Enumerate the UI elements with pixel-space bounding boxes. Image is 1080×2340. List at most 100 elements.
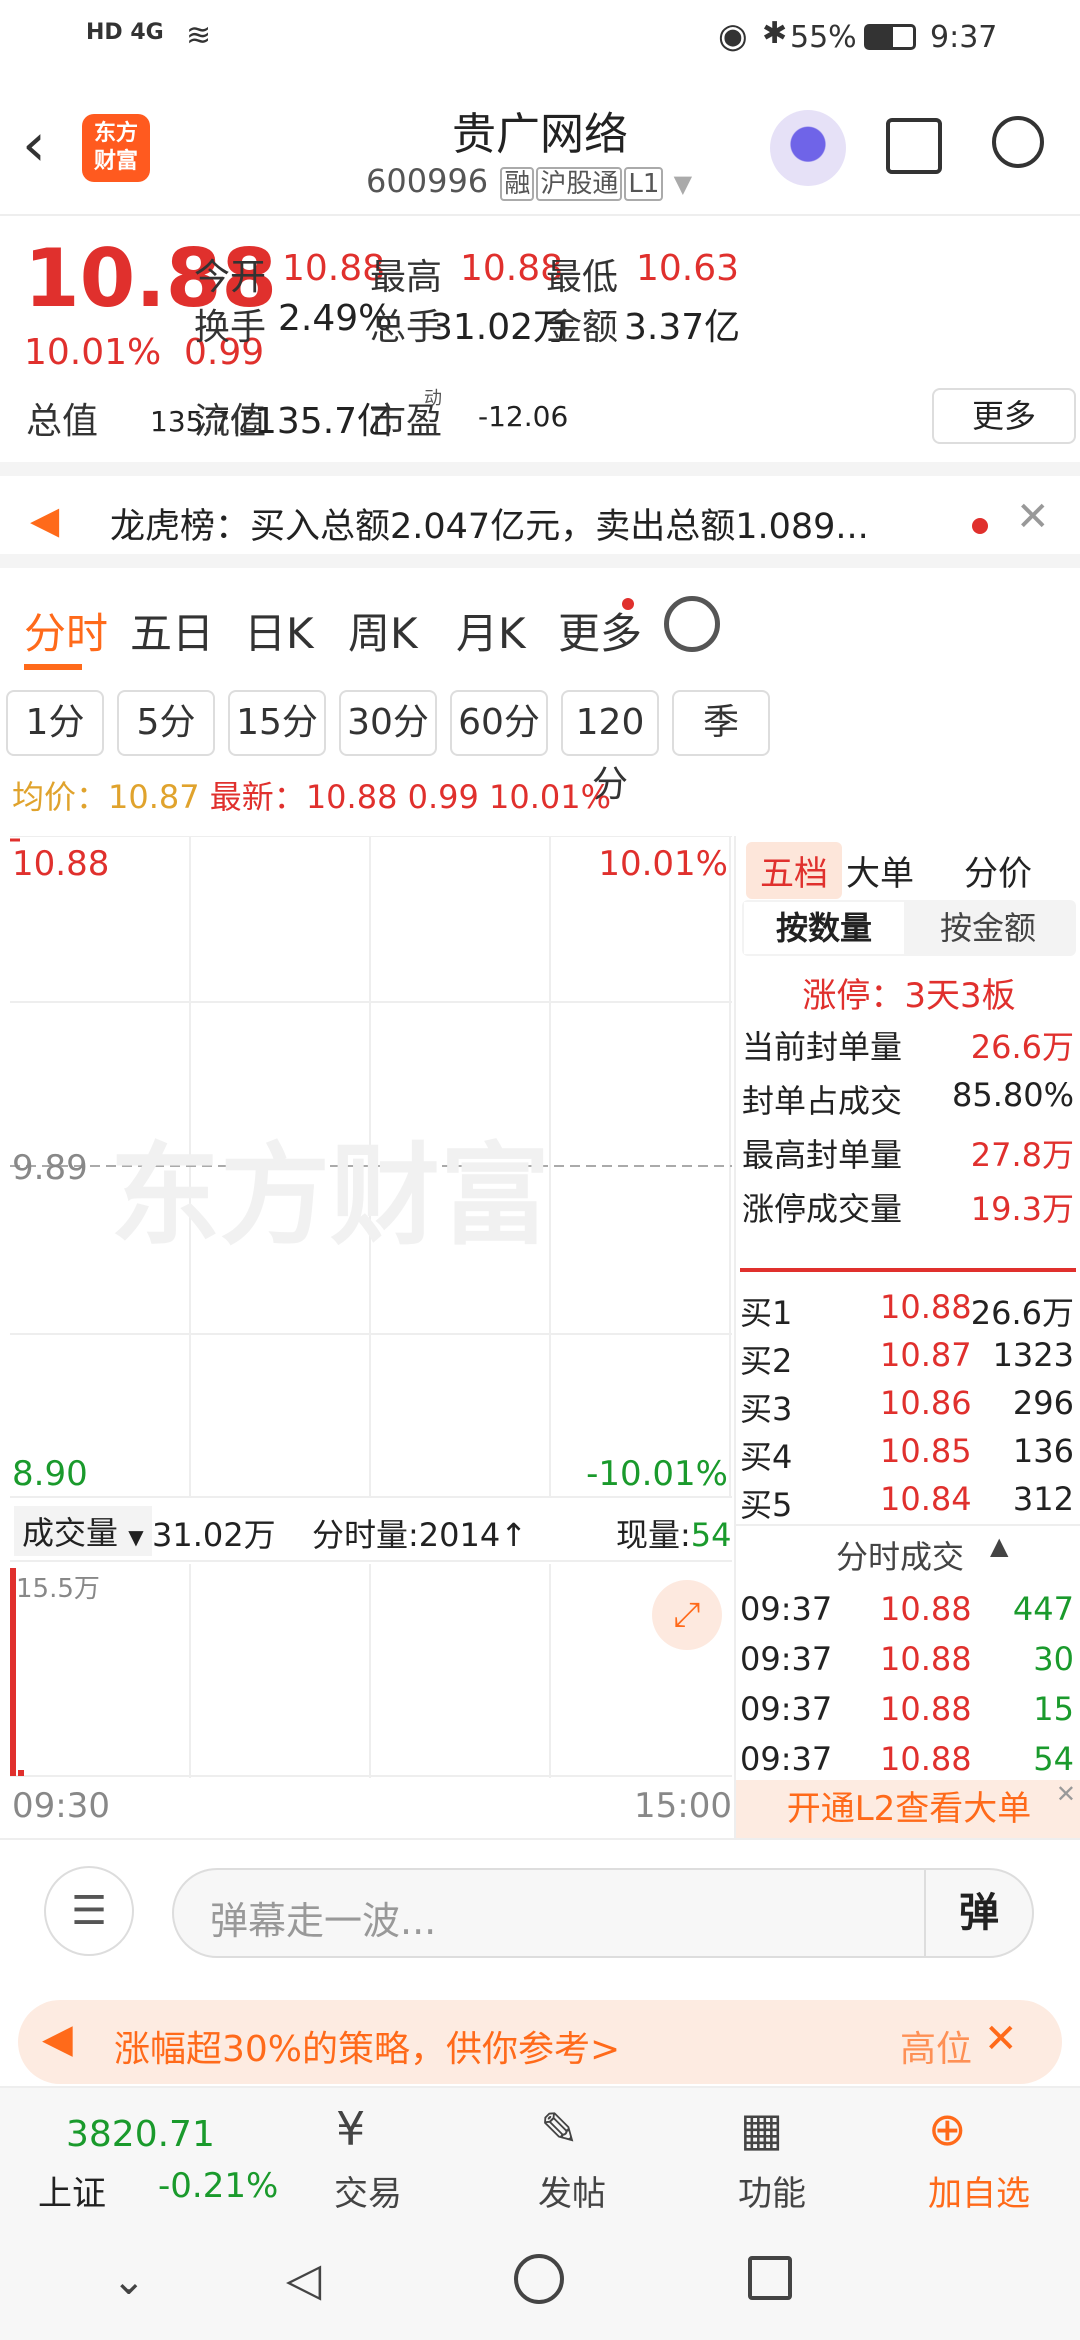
add-watchlist-icon[interactable]: ⊕ [928,2102,967,2156]
ticks-title[interactable]: 分时成交 [836,1532,964,1578]
l2-close-icon[interactable]: ✕ [1056,1780,1076,1808]
period-3[interactable]: 30分 [339,690,437,756]
panel-tab-1[interactable]: 大单 [846,842,914,899]
tab-4[interactable]: 月K [456,600,526,661]
avg-line: 均价：10.87 最新：10.88 0.99 10.01% [12,772,611,818]
watermark: 东方财富 [110,1132,550,1260]
strategy-banner[interactable]: ◀ 涨幅超30%的策略，供你参考> 高位 ✕ [18,2000,1062,2084]
comment-input[interactable]: 弹幕走一波... 弹 [172,1868,1034,1958]
quote-label-r1: 今开 [194,257,267,298]
volume-max: 15.5万 [16,1574,100,1604]
toolbar-item-3[interactable]: 加自选 [928,2166,1030,2215]
stock-code-row[interactable]: 600996 融沪股通 L1 ▼ [366,162,692,201]
tick-volume: 15 [1033,1690,1074,1728]
comment-placeholder: 弹幕走一波... [210,1899,437,1943]
bid-price: 10.85 [880,1432,972,1470]
period-1[interactable]: 5分 [117,690,215,756]
sub-tab-0[interactable]: 按数量 [744,902,904,954]
volume-total: 31.02万 [152,1516,276,1554]
period-0[interactable]: 1分 [6,690,104,756]
toolbar-item-1[interactable]: 发帖 [538,2166,606,2215]
sub-tab-1[interactable]: 按金额 [908,902,1068,954]
nav-recents-icon[interactable] [748,2256,792,2300]
post-icon[interactable]: ✎ [540,2102,579,2156]
bid-label: 买4 [740,1438,793,1476]
volume-selector[interactable]: 成交量 ▼ [14,1506,152,1556]
tick-time: 09:37 [740,1640,833,1678]
period-4[interactable]: 60分 [450,690,548,756]
price-top: 10.88 [12,844,110,884]
toolbar-item-2[interactable]: 功能 [738,2166,806,2215]
notice-bar[interactable]: ◀ 龙虎榜：买入总额2.047亿元，卖出总额1.089... ✕ [0,462,1080,568]
bid-label: 买1 [740,1294,793,1332]
app-header: ‹ 东方 财富 贵广网络 600996 融沪股通 L1 ▼ [0,80,1080,216]
function-icon[interactable]: ▦ [740,2102,783,2156]
stock-tag: L1 [624,167,664,201]
tab-1[interactable]: 五日 [130,600,214,661]
settings-icon[interactable] [664,596,720,652]
period-2[interactable]: 15分 [228,690,326,756]
panel-tab-2[interactable]: 分价 [964,842,1032,899]
tick-volume: 分时量:2014↑ [312,1516,528,1554]
quote-label-r2: 金额 [546,307,619,348]
stock-tag: 融 [500,167,535,201]
tab-3[interactable]: 周K [348,600,418,661]
tick-price: 10.88 [880,1740,972,1778]
nav-collapse-icon[interactable]: ⌄ [112,2258,146,2304]
notes-icon[interactable]: ☰ [44,1866,134,1956]
price-bottom: 8.90 [12,1454,88,1494]
trade-icon[interactable]: ¥ [336,2102,365,2156]
index-value[interactable]: 3820.71 [66,2114,215,2155]
stat-label: 涨停成交量 [742,1190,903,1228]
pct-top: 10.01% [598,844,728,884]
battery-icon [864,24,916,50]
latest-value: 10.88 [305,778,398,816]
avg-value: 10.87 [108,778,200,816]
change-percent: 10.01% [24,332,162,373]
stat-label: 封单占成交 [742,1082,903,1120]
quote-value-r2: 3.37亿 [624,307,741,348]
nav-home-icon[interactable] [514,2254,564,2304]
bid-label: 买5 [740,1486,793,1524]
notice-text: 龙虎榜：买入总额2.047亿元，卖出总额1.089... [110,507,869,547]
order-panel: 五档 大单 分价 按数量 按金额 涨停：3天3板 当前封单量 26.6万 封单占成交 85.80%… [734,836,1080,1838]
quote-label-r1: 最高 [370,257,443,298]
period-6[interactable]: 季 [672,690,770,756]
share-icon[interactable] [886,118,942,174]
market-cap-label: 总值 [26,401,99,442]
bid-label: 买2 [740,1342,793,1380]
bluetooth-icon: ✱ [762,16,788,51]
bid-price: 10.87 [880,1336,972,1374]
nav-back-icon[interactable]: ◁ [286,2252,321,2306]
intraday-chart[interactable]: 东方财富 10.88 10.01% 9.89 8.90 -10.01% [10,836,732,1496]
stat-value: 19.3万 [970,1190,1074,1228]
tick-price: 10.88 [880,1590,972,1628]
latest-change: 0.99 [407,778,479,816]
toolbar-item-0[interactable]: 交易 [334,2166,402,2215]
bottom-toolbar: 3820.71 上证 -0.21% ¥ 交易 ✎ 发帖 ▦ 功能 ⊕ 加自选 [0,2086,1080,2222]
time-end: 15:00 [634,1786,732,1826]
l2-upgrade-link[interactable]: 开通L2查看大单 [736,1780,1080,1838]
pe-sup: 动 [424,388,442,409]
pe-value: -12.06 [478,400,569,433]
close-icon[interactable]: ✕ [1016,494,1050,540]
tick-time: 09:37 [740,1590,833,1628]
danmaku-button[interactable]: 弹 [924,1870,1032,1956]
tab-0[interactable]: 分时 [24,600,108,661]
panel-tab-0[interactable]: 五档 [746,842,842,899]
tab-2[interactable]: 日K [244,600,314,661]
search-icon[interactable] [992,116,1044,168]
bid-label: 买3 [740,1390,793,1428]
divider [736,1524,1080,1526]
stat-value: 85.80% [951,1076,1074,1114]
more-button[interactable]: 更多 [932,388,1076,444]
unread-dot [972,518,988,534]
expand-icon[interactable]: ⤢ [652,1580,722,1650]
stat-value: 26.6万 [970,1028,1074,1066]
index-change: -0.21% [158,2166,279,2206]
megaphone-icon: ◀ [42,2016,73,2062]
system-nav-bar: ⌄ ◁ [0,2222,1080,2340]
banner-close-icon[interactable]: ✕ [984,2016,1018,2062]
period-5[interactable]: 120分 [561,690,659,805]
assistant-avatar[interactable] [770,110,846,186]
